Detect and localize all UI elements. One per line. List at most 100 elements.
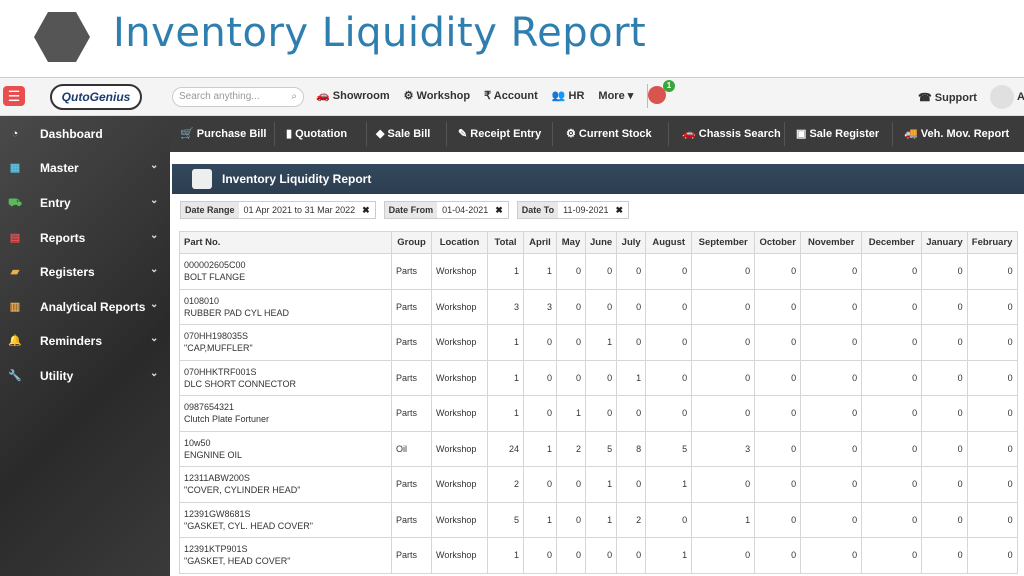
filter-date-to[interactable]: Date To 11-09-2021 ✖ xyxy=(516,201,630,219)
app-logo[interactable]: QutoGenius xyxy=(50,84,142,110)
search-icon[interactable]: ⌕ xyxy=(291,88,297,106)
col-header[interactable]: Total xyxy=(487,231,524,254)
part-cell[interactable]: 0108010 RUBBER PAD CYL HEAD xyxy=(179,288,392,325)
part-cell[interactable]: 070HHKTRF001S DLC SHORT CONNECTOR xyxy=(179,359,392,396)
part-name: "CAP,MUFFLER" xyxy=(184,343,253,354)
avatar[interactable] xyxy=(990,85,1014,109)
receipt-entry-button[interactable]: ✎ Receipt Entry xyxy=(458,127,541,140)
part-cell[interactable]: 10w50 ENGNINE OIL xyxy=(179,430,392,467)
col-header[interactable]: February xyxy=(966,231,1018,254)
col-header[interactable]: August xyxy=(645,231,693,254)
value-cell: 0 xyxy=(616,253,647,290)
value-cell: 1 xyxy=(616,359,647,396)
part-cell[interactable]: 0987654321 Clutch Plate Fortuner xyxy=(179,395,392,432)
col-header[interactable]: July xyxy=(616,231,647,254)
user-name[interactable]: A xyxy=(1017,91,1024,103)
table-row[interactable]: 070HHKTRF001S DLC SHORT CONNECTOR Parts Wor… xyxy=(179,359,1018,396)
sale-bill-button[interactable]: ◆ Sale Bill xyxy=(376,127,430,140)
sidebar-item-analytical-reports[interactable]: ▥ Analytical Reports ⌄ xyxy=(0,290,170,324)
value-cell: 5 xyxy=(584,430,618,467)
sidebar-item-registers[interactable]: ▰ Registers ⌄ xyxy=(0,255,170,289)
sidebar-item-reports[interactable]: ▤ Reports ⌄ xyxy=(0,221,170,255)
close-icon[interactable]: ✖ xyxy=(360,202,375,218)
location-cell: Workshop xyxy=(431,466,488,503)
value-cell: 0 xyxy=(800,537,863,574)
nav-account[interactable]: ₹ Account xyxy=(484,89,538,108)
part-code: 10w50 xyxy=(184,437,211,448)
location-cell: Workshop xyxy=(431,359,488,396)
part-code: 12391KTP901S xyxy=(184,544,248,555)
value-cell: 0 xyxy=(616,466,647,503)
table-row[interactable]: 000002605C00 BOLT FLANGE Parts Workshop 1 1 0 0… xyxy=(179,253,1018,290)
part-cell[interactable]: 070HH198035S "CAP,MUFFLER" xyxy=(179,324,392,361)
col-header[interactable]: Group xyxy=(391,231,432,254)
chassis-search-button[interactable]: 🚗 Chassis Search xyxy=(682,127,781,140)
col-header[interactable]: January xyxy=(921,231,968,254)
part-name: ENGNINE OIL xyxy=(184,449,243,460)
table-row[interactable]: 12311ABW200S "COVER, CYLINDER HEAD" Parts W… xyxy=(179,466,1018,503)
col-header[interactable]: April xyxy=(523,231,557,254)
filter-date-range[interactable]: Date Range 01 Apr 2021 to 31 Mar 2022 ✖ xyxy=(180,201,376,219)
close-icon[interactable]: ✖ xyxy=(613,202,628,218)
value-cell: 0 xyxy=(754,537,802,574)
value-cell: 0 xyxy=(861,395,923,432)
table-row[interactable]: 12391GW8681S "GASKET, CYL. HEAD COVER" Par… xyxy=(179,501,1018,538)
veh-mov-report-button[interactable]: 🚚 Veh. Mov. Report xyxy=(904,127,1009,140)
bell-icon: 🔔 xyxy=(8,335,22,347)
col-header[interactable]: November xyxy=(800,231,863,254)
toolbar-divider xyxy=(446,122,447,146)
purchase-bill-button[interactable]: 🛒 Purchase Bill xyxy=(180,127,266,140)
part-cell[interactable]: 12391KTP901S "GASKET, HEAD COVER" xyxy=(179,537,392,574)
quotation-button[interactable]: ▮ Quotation xyxy=(286,127,347,140)
nav-hr[interactable]: 👥 HR xyxy=(552,89,585,108)
top-nav: 🚗 Showroom ⚙ Workshop ₹ Account 👥 HR Mor… xyxy=(316,84,649,108)
part-cell[interactable]: 000002605C00 BOLT FLANGE xyxy=(179,253,392,290)
support-link[interactable]: ☎ Support xyxy=(918,91,977,104)
value-cell: 2 xyxy=(616,501,647,538)
table-row[interactable]: 10w50 ENGNINE OIL Oil Workshop 24 1 2 5 8 5 3 0 0 0 0 0 xyxy=(179,430,1018,467)
col-header[interactable]: December xyxy=(861,231,923,254)
value-cell: 1 xyxy=(523,253,557,290)
sidebar-item-utility[interactable]: 🔧 Utility ⌄ xyxy=(0,359,170,393)
location-cell: Workshop xyxy=(431,501,488,538)
current-stock-button[interactable]: ⚙ Current Stock xyxy=(566,127,652,140)
table-row[interactable]: 070HH198035S "CAP,MUFFLER" Parts Workshop 1 0… xyxy=(179,324,1018,361)
value-cell: 0 xyxy=(691,537,756,574)
wrench-icon: 🔧 xyxy=(8,370,22,382)
value-cell: 1 xyxy=(645,537,693,574)
sidebar-item-master[interactable]: ▦ Master ⌄ xyxy=(0,151,170,185)
menu-icon[interactable]: ☰ xyxy=(3,86,25,106)
chevron-down-icon: ⌄ xyxy=(150,230,159,241)
col-header[interactable]: Location xyxy=(431,231,488,254)
part-cell[interactable]: 12311ABW200S "COVER, CYLINDER HEAD" xyxy=(179,466,392,503)
table-row[interactable]: 0108010 RUBBER PAD CYL HEAD Parts Workshop 3… xyxy=(179,288,1018,325)
nav-more[interactable]: More ▾ xyxy=(598,89,633,108)
col-header[interactable]: September xyxy=(691,231,756,254)
value-cell: 0 xyxy=(966,537,1018,574)
sidebar-item-entry[interactable]: ⛟ Entry ⌄ xyxy=(0,186,170,220)
filter-date-from[interactable]: Date From 01-04-2021 ✖ xyxy=(383,201,509,219)
value-cell: 0 xyxy=(966,288,1018,325)
dashboard-icon: ◔ xyxy=(11,128,19,140)
part-cell[interactable]: 12391GW8681S "GASKET, CYL. HEAD COVER" xyxy=(179,501,392,538)
search-input[interactable]: Search anything... ⌕ xyxy=(172,87,304,107)
nav-showroom[interactable]: 🚗 Showroom xyxy=(316,89,390,108)
col-header[interactable]: May xyxy=(556,231,586,254)
value-cell: 1 xyxy=(691,501,756,538)
col-header[interactable]: June xyxy=(584,231,618,254)
col-header[interactable]: October xyxy=(754,231,802,254)
nav-workshop[interactable]: ⚙ Workshop xyxy=(404,89,471,108)
table-row[interactable]: 12391KTP901S "GASKET, HEAD COVER" Parts Wor… xyxy=(179,537,1018,574)
col-header[interactable]: Part No. xyxy=(179,231,392,254)
sidebar-item-reminders[interactable]: 🔔 Reminders ⌄ xyxy=(0,324,170,358)
table-row[interactable]: 0987654321 Clutch Plate Fortuner Parts Work… xyxy=(179,395,1018,432)
table-header-row: Part No. Group Location Total April May … xyxy=(179,231,1018,254)
sale-register-button[interactable]: ▣ Sale Register xyxy=(796,127,879,140)
group-cell: Parts xyxy=(391,537,432,574)
close-icon[interactable]: ✖ xyxy=(493,202,508,218)
value-cell: 0 xyxy=(754,359,802,396)
sidebar-item-dashboard[interactable]: ◔ Dashboard xyxy=(0,117,170,151)
hexagon-icon xyxy=(34,12,90,62)
table-body: 000002605C00 BOLT FLANGE Parts Workshop 1 1 0 0… xyxy=(179,253,1018,574)
part-code: 0108010 xyxy=(184,295,220,306)
